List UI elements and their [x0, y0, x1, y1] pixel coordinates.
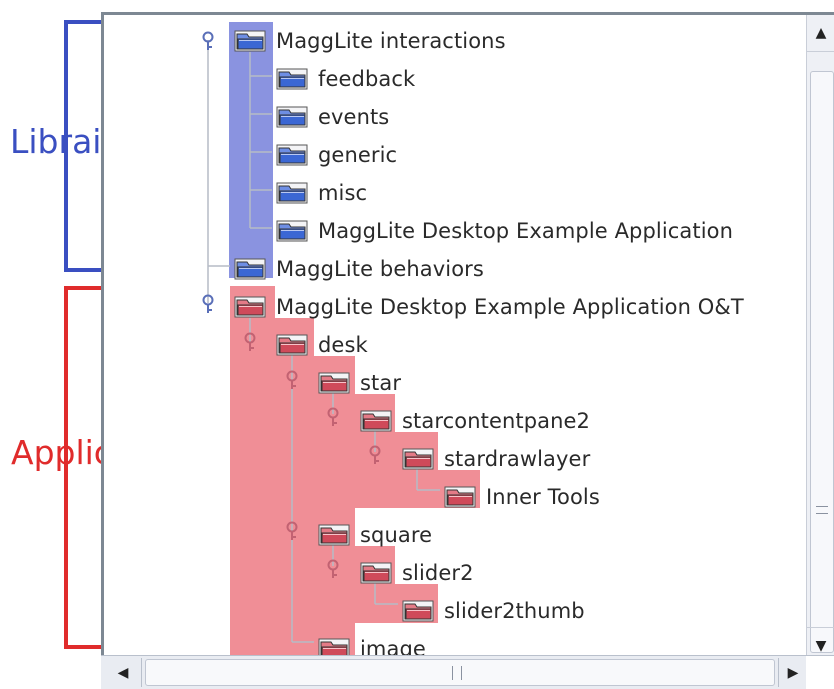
- folder-icon: [276, 220, 310, 242]
- tree-node[interactable]: star: [318, 366, 401, 400]
- tree-node[interactable]: events: [276, 100, 389, 134]
- tree-node[interactable]: feedback: [276, 62, 415, 96]
- tree-node-label: stardrawlayer: [444, 447, 591, 471]
- grip-icon: [452, 666, 462, 680]
- tree-node[interactable]: generic: [276, 138, 397, 172]
- folder-icon: [234, 296, 268, 318]
- tree-node-label: slider2: [402, 561, 474, 585]
- horizontal-scroll-thumb[interactable]: [145, 659, 775, 686]
- tree-node[interactable]: MaggLite Desktop Example Application: [276, 214, 733, 248]
- folder-icon: [318, 372, 352, 394]
- tree-node-label: MaggLite behaviors: [276, 257, 484, 281]
- tree-node-label: feedback: [318, 67, 416, 91]
- tree-node-label: misc: [318, 181, 368, 205]
- tree-node[interactable]: MaggLite Desktop Example Application O&T: [234, 290, 744, 324]
- tree-node[interactable]: desk: [276, 328, 368, 362]
- folder-icon: [276, 334, 310, 356]
- tree-node[interactable]: MaggLite behaviors: [234, 252, 484, 286]
- scroll-right-arrow-icon[interactable]: ▶: [778, 658, 807, 687]
- tree-node-label: MaggLite Desktop Example Application: [318, 219, 734, 243]
- tree-node-label: star: [360, 371, 402, 395]
- tree-node[interactable]: Inner Tools: [444, 480, 600, 514]
- tree-node-label: MaggLite Desktop Example Application O&T: [276, 295, 744, 319]
- folder-icon: [276, 106, 310, 128]
- tree-node[interactable]: misc: [276, 176, 367, 210]
- tree-node-label: events: [318, 105, 390, 129]
- tree-node-label: generic: [318, 143, 398, 167]
- folder-icon: [318, 524, 352, 546]
- tree-node-label: desk: [318, 333, 368, 357]
- folder-icon: [360, 410, 394, 432]
- tree-node[interactable]: slider2thumb: [402, 594, 585, 628]
- folder-icon: [276, 182, 310, 204]
- vertical-scroll-thumb[interactable]: [810, 71, 834, 653]
- tree-node-label: MaggLite interactions: [276, 29, 506, 53]
- folder-icon: [234, 30, 268, 52]
- scroll-left-arrow-icon[interactable]: ◀: [105, 658, 142, 687]
- tree-node[interactable]: MaggLite interactions: [234, 24, 506, 58]
- folder-icon: [444, 486, 478, 508]
- vertical-scrollbar[interactable]: ▲ ▼: [806, 15, 834, 662]
- tree-node[interactable]: stardrawlayer: [402, 442, 590, 476]
- folder-icon: [402, 448, 436, 470]
- grip-icon: [816, 506, 828, 514]
- scroll-up-arrow-icon[interactable]: ▲: [807, 15, 834, 52]
- scroll-corner: [806, 656, 834, 689]
- folder-icon: [402, 600, 436, 622]
- tree-node-label: starcontentpane2: [402, 409, 591, 433]
- folder-icon: [234, 258, 268, 280]
- tree-node-label: Inner Tools: [486, 485, 600, 509]
- horizontal-scrollbar[interactable]: ◀ ▶: [101, 655, 834, 689]
- tree-node[interactable]: square: [318, 518, 432, 552]
- tree-node[interactable]: slider2: [360, 556, 474, 590]
- tree-node[interactable]: starcontentpane2: [360, 404, 590, 438]
- tree-node-label: slider2thumb: [444, 599, 585, 623]
- tree-node-label: square: [360, 523, 433, 547]
- folder-icon: [276, 68, 310, 90]
- folder-icon: [360, 562, 394, 584]
- folder-icon: [276, 144, 310, 166]
